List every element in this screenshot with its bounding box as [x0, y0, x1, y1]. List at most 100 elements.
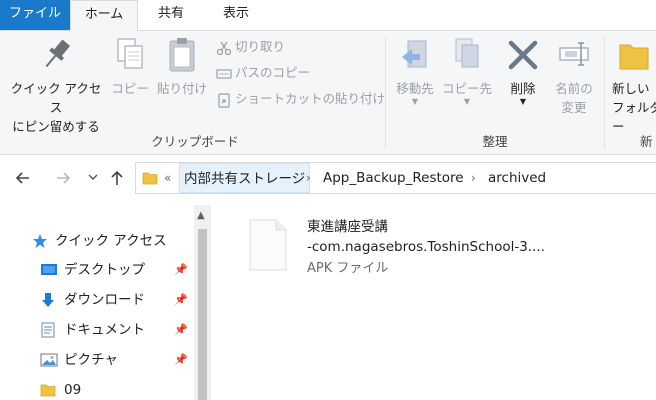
download-arrow-icon — [42, 293, 54, 307]
pin-icon — [45, 39, 70, 68]
chevron-down-icon — [88, 174, 98, 180]
rename-label-line2: 変更 — [561, 100, 587, 115]
nav-item-pictures[interactable]: ピクチャ 📌 — [0, 345, 192, 375]
delete-label: 削除 — [510, 81, 536, 96]
copy-label: コピー — [111, 81, 149, 96]
cut-button[interactable]: 切り取り — [216, 36, 285, 58]
rename-icon — [559, 42, 589, 66]
new-folder-label-line1: 新しい — [612, 81, 650, 96]
tab-file[interactable]: ファイル — [0, 0, 70, 30]
delete-x-icon — [508, 40, 538, 70]
copy-icon — [117, 38, 143, 69]
rename-button[interactable]: 名前の 変更 — [548, 35, 600, 117]
scrollbar-thumb[interactable] — [198, 229, 207, 400]
delete-button[interactable]: 削除 ▼ — [500, 35, 546, 106]
move-to-icon — [402, 40, 427, 68]
delete-dropdown-icon: ▼ — [519, 97, 527, 106]
recent-locations-button[interactable] — [82, 167, 104, 189]
nav-item-folder-09[interactable]: 09 — [0, 375, 192, 400]
file-name-line2: -com.nagasebros.ToshinSchool-3.... — [307, 239, 545, 255]
ribbon-tabs: ファイル ホーム 共有 表示 — [0, 0, 656, 31]
document-icon — [41, 322, 55, 338]
copy-to-icon — [455, 38, 479, 68]
nav-pane-scrollbar[interactable]: ▲ — [194, 205, 211, 400]
breadcrumb-overflow[interactable]: « — [164, 163, 171, 193]
nav-item-downloads[interactable]: ダウンロード 📌 — [0, 285, 192, 315]
breadcrumb-app-backup-restore[interactable]: App_Backup_Restore — [323, 163, 464, 193]
copy-to-dropdown-icon: ▼ — [463, 97, 471, 106]
navigation-pane: クイック アクセス デスクトップ 📌 ダウンロード 📌 ドキュメント 📌 ピクチ… — [0, 200, 212, 400]
picture-icon — [40, 353, 58, 367]
clipboard-icon — [169, 38, 195, 72]
nav-item-label: デスクトップ — [64, 262, 145, 278]
new-folder-button[interactable]: 新しい フォルダー — [612, 35, 656, 136]
copy-path-label: パスのコピー — [235, 65, 311, 80]
rename-label-line1: 名前の — [555, 81, 593, 96]
nav-item-label: ダウンロード — [64, 292, 145, 308]
navigation-bar: « 内部共有ストレージ › App_Backup_Restore › archi… — [0, 157, 656, 199]
back-button[interactable] — [12, 167, 34, 189]
ribbon: クイック アクセス にピン留めする コピー 貼り付け 切り取り パスのコピー シ… — [0, 30, 656, 155]
nav-item-label: クイック アクセス — [55, 233, 167, 249]
nav-item-label: ピクチャ — [64, 352, 118, 368]
tab-view[interactable]: 表示 — [208, 0, 264, 30]
file-icon — [249, 219, 287, 271]
arrow-right-icon — [57, 172, 71, 184]
file-name: 東進講座受講 -com.nagasebros.ToshinSchool-3...… — [307, 217, 545, 257]
pinned-icon: 📌 — [174, 323, 188, 336]
nav-item-label: ドキュメント — [64, 322, 145, 338]
group-divider — [385, 37, 386, 149]
tab-home[interactable]: ホーム — [70, 0, 138, 31]
pinned-icon: 📌 — [174, 353, 188, 366]
paste-shortcut-button[interactable]: ショートカットの貼り付け — [216, 88, 385, 110]
breadcrumb-separator-icon[interactable]: › — [471, 163, 476, 193]
tab-share[interactable]: 共有 — [144, 0, 198, 30]
pin-to-quick-access-button[interactable]: クイック アクセス にピン留めする — [8, 35, 104, 136]
breadcrumb-internal-storage[interactable]: 内部共有ストレージ — [179, 163, 311, 193]
breadcrumb-archived[interactable]: archived — [488, 163, 546, 193]
copy-path-button[interactable]: パスのコピー — [216, 62, 310, 84]
paste-shortcut-icon — [218, 92, 230, 108]
copy-to-button[interactable]: コピー先 ▼ — [440, 35, 494, 106]
pin-label-line1: クイック アクセス — [10, 81, 102, 115]
paste-shortcut-label: ショートカットの貼り付け — [235, 91, 386, 106]
up-button[interactable] — [106, 167, 128, 189]
pinned-icon: 📌 — [174, 263, 188, 276]
scissors-icon — [216, 41, 232, 55]
file-name-line1: 東進講座受講 — [307, 219, 388, 235]
file-list: 東進講座受講 -com.nagasebros.ToshinSchool-3...… — [212, 200, 656, 400]
scroll-up-icon[interactable]: ▲ — [197, 210, 205, 221]
group-divider — [604, 37, 605, 149]
file-type: APK ファイル — [307, 261, 389, 276]
address-bar[interactable]: « 内部共有ストレージ › App_Backup_Restore › archi… — [135, 162, 656, 194]
new-group-label: 新 — [640, 134, 653, 149]
arrow-left-icon — [15, 172, 29, 184]
breadcrumb-separator-icon[interactable]: › — [306, 163, 311, 193]
desktop-icon — [41, 264, 57, 275]
nav-item-label: 09 — [64, 382, 82, 398]
new-folder-icon — [619, 44, 649, 70]
paste-label: 貼り付け — [156, 81, 207, 96]
pin-label-line2: にピン留めする — [12, 119, 100, 134]
new-folder-label-line2: フォルダー — [612, 100, 656, 134]
nav-item-documents[interactable]: ドキュメント 📌 — [0, 315, 192, 345]
paste-button[interactable]: 貼り付け — [154, 35, 210, 98]
organize-group-label: 整理 — [482, 134, 508, 149]
pinned-icon: 📌 — [174, 293, 188, 306]
move-to-button[interactable]: 移動先 ▼ — [390, 35, 440, 106]
folder-icon — [142, 172, 158, 185]
arrow-up-icon — [111, 170, 123, 185]
move-to-label: 移動先 — [396, 81, 434, 96]
clipboard-group-label: クリップボード — [151, 134, 239, 149]
folder-icon — [40, 384, 56, 397]
move-to-dropdown-icon: ▼ — [411, 97, 419, 106]
copy-to-label: コピー先 — [441, 81, 492, 96]
forward-button[interactable] — [52, 167, 74, 189]
copy-path-icon — [216, 68, 232, 79]
cut-label: 切り取り — [235, 39, 286, 54]
star-icon — [33, 234, 47, 248]
file-item[interactable]: 東進講座受講 -com.nagasebros.ToshinSchool-3...… — [244, 214, 564, 286]
nav-item-desktop[interactable]: デスクトップ 📌 — [0, 255, 192, 285]
nav-item-quick-access[interactable]: クイック アクセス — [0, 226, 192, 256]
copy-button[interactable]: コピー — [110, 35, 150, 98]
